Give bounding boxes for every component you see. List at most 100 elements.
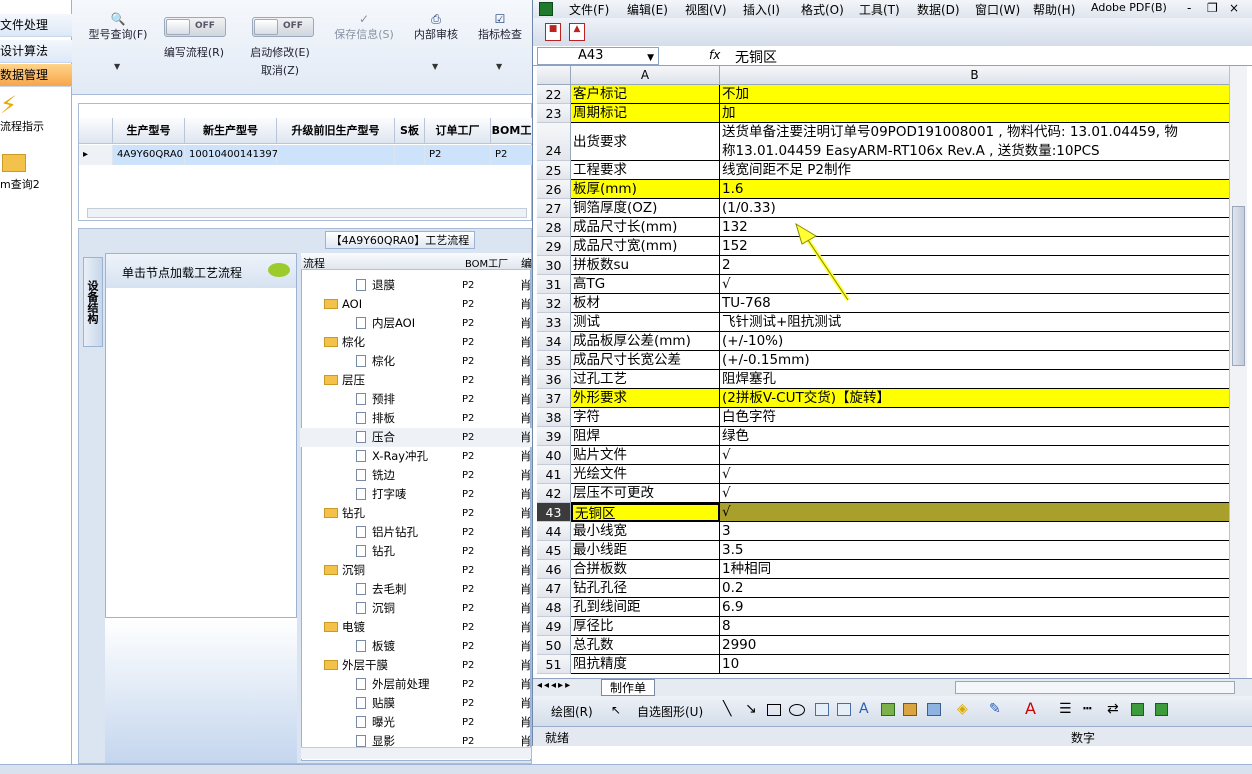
- cell-b[interactable]: 1.6: [720, 180, 1229, 199]
- grid-cell[interactable]: P2: [425, 145, 491, 165]
- menu-view[interactable]: 视图(V): [685, 1, 727, 18]
- cell-b[interactable]: 3: [720, 522, 1229, 541]
- cell-a[interactable]: 无铜区: [571, 503, 720, 522]
- wordart-icon[interactable]: A: [859, 701, 869, 717]
- name-box[interactable]: A43 ▼: [537, 47, 659, 65]
- diagram-icon[interactable]: [881, 703, 895, 716]
- row-number-header[interactable]: 29: [537, 237, 571, 256]
- grid-cell[interactable]: [395, 145, 425, 165]
- tree-folder-node[interactable]: 层压 P2 肖: [300, 371, 532, 390]
- cell-b[interactable]: √: [720, 446, 1229, 465]
- row-number-header[interactable]: 49: [537, 617, 571, 636]
- column-b-header[interactable]: B: [720, 66, 1229, 85]
- cell-b[interactable]: 3.5: [720, 541, 1229, 560]
- tree-leaf-node[interactable]: 退膜 P2 肖: [300, 276, 532, 295]
- start-modify-toggle[interactable]: OFF: [252, 17, 314, 37]
- cell-b[interactable]: (1/0.33): [720, 199, 1229, 218]
- sheet-h-scrollbar[interactable]: [955, 681, 1235, 694]
- tree-leaf-node[interactable]: 显影 P2 肖: [300, 732, 532, 751]
- textbox-icon[interactable]: [815, 703, 829, 716]
- sheet-tab-production[interactable]: 制作单: [601, 679, 656, 696]
- cell-a[interactable]: 厚径比: [571, 617, 720, 636]
- row-number-header[interactable]: 31: [537, 275, 571, 294]
- tree-folder-node[interactable]: 钻孔 P2 肖: [300, 504, 532, 523]
- save-info-button[interactable]: ✓ 保存信息(S): [326, 12, 402, 42]
- rectangle-icon[interactable]: [767, 704, 781, 716]
- row-number-header[interactable]: 38: [537, 408, 571, 427]
- cell-b[interactable]: 阻焊塞孔: [720, 370, 1229, 389]
- row-number-header[interactable]: 40: [537, 446, 571, 465]
- row-number-header[interactable]: 47: [537, 579, 571, 598]
- nav-item-data-management[interactable]: 数据管理: [0, 64, 72, 87]
- cell-b[interactable]: √: [720, 503, 1229, 522]
- cell-b[interactable]: 1种相同: [720, 560, 1229, 579]
- nav-item-file-processing[interactable]: 文件处理: [0, 14, 72, 37]
- menu-format[interactable]: 格式(O): [801, 1, 844, 18]
- select-arrow-icon[interactable]: ↖: [611, 703, 621, 717]
- cell-a[interactable]: 字符: [571, 408, 720, 427]
- grid-header[interactable]: 生产型号: [113, 118, 185, 144]
- tree-leaf-node[interactable]: 外层前处理 P2 肖: [300, 675, 532, 694]
- cell-a[interactable]: 贴片文件: [571, 446, 720, 465]
- sheet-nav-arrows[interactable]: ◂◂◂▸▸: [537, 680, 572, 691]
- menu-help[interactable]: 帮助(H): [1033, 1, 1075, 18]
- cell-a[interactable]: 客户标记: [571, 85, 720, 104]
- row-number-header[interactable]: 35: [537, 351, 571, 370]
- row-number-header[interactable]: 36: [537, 370, 571, 389]
- tree-folder-node[interactable]: AOI P2 肖: [300, 295, 532, 314]
- cell-b[interactable]: 加: [720, 104, 1229, 123]
- cell-b[interactable]: √: [720, 484, 1229, 503]
- menu-edit[interactable]: 编辑(E): [627, 1, 668, 18]
- row-number-header[interactable]: 27: [537, 199, 571, 218]
- row-number-header[interactable]: 51: [537, 655, 571, 674]
- autoshape-menu[interactable]: 自选图形(U): [637, 703, 703, 720]
- chevron-down-icon[interactable]: ▼: [114, 62, 120, 71]
- grid-header[interactable]: BOM工: [491, 118, 533, 144]
- row-number-header[interactable]: 32: [537, 294, 571, 313]
- row-number-header[interactable]: 33: [537, 313, 571, 332]
- cell-a[interactable]: 孔到线间距: [571, 598, 720, 617]
- menu-data[interactable]: 数据(D): [917, 1, 960, 18]
- process-tab-title[interactable]: 【4A9Y60QRA0】工艺流程: [325, 231, 475, 249]
- cell-b[interactable]: (+/-0.15mm): [720, 351, 1229, 370]
- chevron-down-icon[interactable]: ▼: [432, 62, 438, 71]
- row-selector[interactable]: ▸: [79, 145, 113, 165]
- row-number-header[interactable]: 34: [537, 332, 571, 351]
- cell-a[interactable]: 成品尺寸长宽公差: [571, 351, 720, 370]
- grid-header[interactable]: 升级前旧生产型号: [277, 118, 395, 144]
- column-a-header[interactable]: A: [571, 66, 720, 85]
- tree-leaf-node[interactable]: 预排 P2 肖: [300, 390, 532, 409]
- tree-leaf-node[interactable]: 铝片钻孔 P2 肖: [300, 523, 532, 542]
- internal-review-button[interactable]: ⎙ 内部审核: [406, 12, 466, 42]
- cell-a[interactable]: 成品尺寸长(mm): [571, 218, 720, 237]
- line-style-icon[interactable]: ☰: [1059, 701, 1072, 717]
- cell-a[interactable]: 成品板厚公差(mm): [571, 332, 720, 351]
- menu-insert[interactable]: 插入(I): [743, 1, 780, 18]
- device-structure-tab[interactable]: 设备结构: [83, 257, 103, 347]
- cell-a[interactable]: 周期标记: [571, 104, 720, 123]
- cell-b[interactable]: (2拼板V-CUT交货)【旋转】: [720, 389, 1229, 408]
- cell-a[interactable]: 板材: [571, 294, 720, 313]
- row-number-header[interactable]: 45: [537, 541, 571, 560]
- fx-icon[interactable]: fx: [709, 48, 720, 62]
- grid-header[interactable]: 订单工厂: [425, 118, 491, 144]
- menu-tools[interactable]: 工具(T): [859, 1, 900, 18]
- cell-a[interactable]: 层压不可更改: [571, 484, 720, 503]
- menu-adobe-pdf[interactable]: Adobe PDF(B): [1091, 1, 1167, 14]
- scroll-thumb[interactable]: [1232, 206, 1245, 366]
- row-number-header[interactable]: 25: [537, 161, 571, 180]
- cell-a[interactable]: 合拼板数: [571, 560, 720, 579]
- cell-b[interactable]: 6.9: [720, 598, 1229, 617]
- select-all-corner[interactable]: [537, 66, 571, 85]
- row-number-header[interactable]: 42: [537, 484, 571, 503]
- model-query-button[interactable]: 🔍 型号查询(F): [80, 12, 156, 42]
- tree-leaf-node[interactable]: 铣边 P2 肖: [300, 466, 532, 485]
- col-flow[interactable]: 流程: [303, 255, 325, 271]
- row-number-header[interactable]: 50: [537, 636, 571, 655]
- arrow-tool-icon[interactable]: ↘: [745, 701, 757, 717]
- row-number-header[interactable]: 48: [537, 598, 571, 617]
- tree-folder-node[interactable]: 棕化 P2 肖: [300, 333, 532, 352]
- row-number-header[interactable]: 30: [537, 256, 571, 275]
- col-bom[interactable]: BOM工厂: [465, 255, 508, 270]
- tree-folder-node[interactable]: 沉铜 P2 肖: [300, 561, 532, 580]
